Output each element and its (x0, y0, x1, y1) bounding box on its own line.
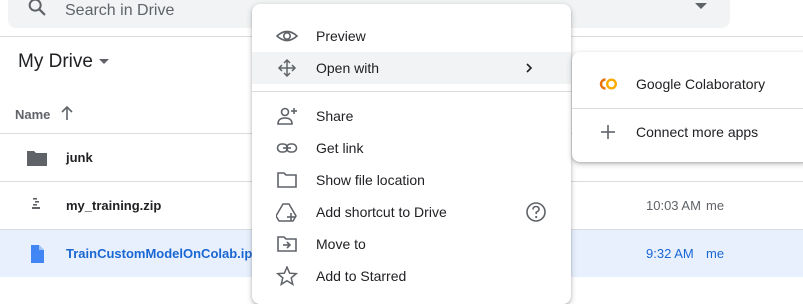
submenu-divider (572, 108, 803, 109)
file-name: TrainCustomModelOnColab.ipynb (66, 246, 276, 261)
menu-item-label: Share (316, 108, 354, 124)
menu-item-get-link[interactable]: Get link (252, 132, 571, 164)
owner: me (706, 246, 725, 261)
folder-icon (27, 151, 47, 166)
drive-shortcut-icon (276, 203, 297, 222)
eye-icon (276, 30, 298, 42)
page-title[interactable]: My Drive (18, 51, 93, 73)
menu-item-label: Add shortcut to Drive (316, 204, 447, 220)
file-name: my_training.zip (66, 198, 162, 213)
menu-item-open-with[interactable]: Open with (252, 52, 571, 84)
search-input[interactable]: Search in Drive (65, 2, 174, 20)
submenu-item-connect-more-apps[interactable]: Connect more apps (572, 112, 803, 152)
menu-item-label: Add to Starred (316, 268, 407, 284)
menu-item-share[interactable]: Share (252, 100, 571, 132)
person-add-icon (277, 107, 297, 125)
menu-item-preview[interactable]: Preview (252, 20, 571, 52)
search-options-chevron-icon[interactable] (695, 3, 707, 9)
chevron-right-icon (526, 63, 533, 73)
file-name: junk (66, 150, 93, 165)
move-to-folder-icon (277, 236, 297, 252)
modified-time: 10:03 AM (646, 198, 701, 213)
chevron-down-icon[interactable] (99, 59, 109, 64)
modified-time: 9:32 AM (646, 246, 694, 261)
column-header-name[interactable]: Name (15, 107, 50, 122)
menu-item-move-to[interactable]: Move to (252, 228, 571, 260)
submenu-item-label: Google Colaboratory (636, 76, 766, 92)
star-icon (276, 266, 298, 286)
notebook-file-icon (31, 245, 44, 263)
folder-outline-icon (277, 172, 297, 188)
link-icon (276, 143, 298, 153)
menu-item-add-to-starred[interactable]: Add to Starred (252, 260, 571, 292)
zip-file-icon (32, 198, 40, 209)
menu-item-label: Show file location (316, 172, 425, 188)
menu-item-add-shortcut[interactable]: Add shortcut to Drive (252, 196, 571, 228)
submenu-item-google-colaboratory[interactable]: Google Colaboratory (572, 64, 803, 104)
menu-item-show-file-location[interactable]: Show file location (252, 164, 571, 196)
menu-divider (252, 91, 571, 92)
submenu-item-label: Connect more apps (636, 124, 759, 140)
owner: me (706, 198, 725, 213)
open-with-submenu: Google Colaboratory Connect more apps (572, 52, 803, 162)
help-icon[interactable] (525, 201, 547, 223)
sort-arrow-up-icon[interactable] (60, 105, 74, 121)
context-menu: Preview Open with Share Get link Show fi… (252, 4, 571, 304)
menu-item-label: Move to (316, 236, 366, 252)
plus-icon (601, 125, 615, 139)
menu-item-label: Get link (316, 140, 364, 156)
menu-item-label: Open with (316, 60, 380, 76)
move-arrows-icon (277, 58, 297, 78)
colab-logo-icon (599, 78, 618, 90)
menu-item-label: Preview (316, 28, 366, 44)
search-icon[interactable] (26, 0, 48, 18)
